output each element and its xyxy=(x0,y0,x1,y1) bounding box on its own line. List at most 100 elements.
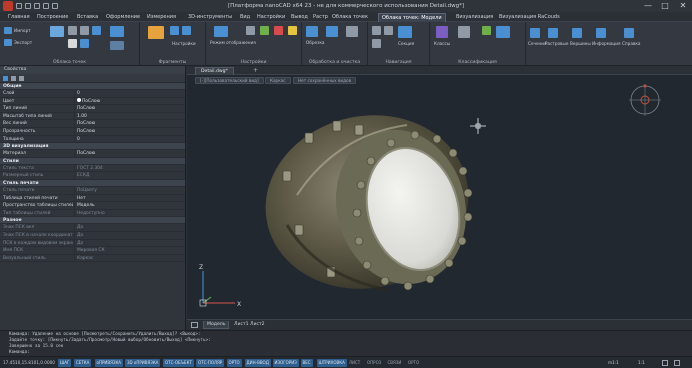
fragment-settings-button[interactable]: Настройки xyxy=(172,41,196,46)
select-objects-icon[interactable] xyxy=(3,76,8,81)
property-row[interactable]: Прозрачность ПоСлою xyxy=(0,127,185,136)
property-value[interactable]: Каркас xyxy=(77,255,93,263)
tab-measure[interactable]: Измерения xyxy=(147,13,176,22)
property-row[interactable]: Стиль текста ГОСТ 2.304 xyxy=(0,164,185,173)
tab-point-cloud-models[interactable]: Облака точек: Модели xyxy=(378,13,446,22)
tab-home[interactable]: Главная xyxy=(8,13,30,22)
crop-icon[interactable] xyxy=(306,26,318,37)
section-icon[interactable] xyxy=(372,26,381,35)
tab-output[interactable]: Вывод xyxy=(291,13,308,22)
display-mode-button[interactable]: Режим отображения xyxy=(210,40,256,45)
info-icon[interactable] xyxy=(596,28,606,38)
property-row[interactable]: Знак ПСК в начале координат Да xyxy=(0,231,185,240)
property-value[interactable]: ПоЦвету xyxy=(77,187,97,195)
tab-visualization[interactable]: Визуализация xyxy=(456,13,493,22)
command-prompt[interactable]: Команда: xyxy=(9,350,30,355)
fragment-settings-icon[interactable] xyxy=(182,26,191,35)
property-row[interactable]: Размерный стиль ЕСКД xyxy=(0,172,185,180)
quick-select-icon[interactable] xyxy=(11,76,16,81)
thinning-icon[interactable] xyxy=(326,26,338,37)
close-cloud-icon[interactable] xyxy=(92,26,101,35)
viewport-scale[interactable]: 1:1 xyxy=(638,359,645,367)
display-mode-icon[interactable] xyxy=(214,26,228,37)
layout-tab-sheet2[interactable]: Лист2 xyxy=(247,321,268,329)
color-icon[interactable] xyxy=(274,26,283,35)
status-toggle-button[interactable]: ОТС-ОБЪЕКТ xyxy=(163,359,194,367)
export-button[interactable]: Экспорт xyxy=(14,40,32,45)
status-toggle-button[interactable]: оПРИВЯЗКА xyxy=(94,359,124,367)
help-icon[interactable] xyxy=(624,28,634,38)
point-size-icon[interactable] xyxy=(246,26,255,35)
property-value[interactable]: Мировая СК xyxy=(77,247,105,255)
export-icon[interactable] xyxy=(4,39,12,46)
cloud-icon[interactable] xyxy=(50,26,64,37)
property-value[interactable]: Модель xyxy=(77,202,95,210)
tab-3d-tools[interactable]: 3D-инструменты xyxy=(188,13,232,22)
minimize-button[interactable]: — xyxy=(640,1,656,11)
property-value[interactable]: ПоСлою xyxy=(77,105,95,113)
classes-icon[interactable] xyxy=(436,26,448,38)
property-value[interactable]: Да xyxy=(77,240,83,248)
tab-view[interactable]: Вид xyxy=(240,13,250,22)
property-row[interactable]: Вес линий ПоСлою xyxy=(0,120,185,128)
toggle-pickadd-icon[interactable] xyxy=(19,76,24,81)
property-row[interactable]: Тип линий ПоСлою xyxy=(0,105,185,113)
status-toggle-button[interactable]: СВЯЗИ xyxy=(386,359,404,367)
properties-section-header[interactable]: Общие xyxy=(0,83,185,90)
property-row[interactable]: Слой 0 xyxy=(0,90,185,98)
annotation-scale[interactable]: m1:1 xyxy=(608,359,619,367)
property-value[interactable]: ПоСлою xyxy=(77,120,95,128)
properties-section-header[interactable]: 3D визуализация xyxy=(0,143,185,151)
status-toggle-button[interactable]: ИЗОГОРИЗ xyxy=(272,359,299,367)
tab-annotate[interactable]: Оформление xyxy=(106,13,140,22)
status-toggle-button[interactable]: ВЕС xyxy=(300,359,313,367)
classes-button[interactable]: Классы xyxy=(434,41,450,46)
status-toggle-button[interactable]: ШТРИХОВКА xyxy=(316,359,347,367)
property-row[interactable]: Имя ПСК Мировая СК xyxy=(0,247,185,255)
property-row[interactable]: Знак ПСК вкл Да xyxy=(0,224,185,232)
status-toggle-button[interactable]: ОТС-ПОЛЯР xyxy=(196,359,225,367)
property-value[interactable]: Недоступно xyxy=(77,210,105,218)
choose-icon[interactable] xyxy=(458,26,470,38)
sections-icon[interactable] xyxy=(530,28,540,38)
status-toggle-button[interactable]: СЕТКА xyxy=(74,359,92,367)
point-cloud-model[interactable] xyxy=(249,97,484,308)
property-row[interactable]: Материал ПоСлою xyxy=(0,150,185,158)
green-flag-icon[interactable] xyxy=(482,26,491,35)
status-toggle-button[interactable]: ОРТО xyxy=(406,359,421,367)
property-value[interactable]: ПоСлою xyxy=(77,98,100,106)
property-value[interactable]: ЕСКД xyxy=(77,172,89,180)
filter-icon[interactable] xyxy=(80,39,89,48)
property-row[interactable]: Стиль печати ПоЦвету xyxy=(0,186,185,195)
property-row[interactable]: Тип таблицы стилей Недоступно xyxy=(0,209,185,218)
import-button[interactable]: Импорт xyxy=(14,28,31,33)
property-row[interactable]: ПСК в каждом видовом экране Да xyxy=(0,239,185,248)
properties-section-header[interactable]: Стили xyxy=(0,157,185,165)
navigation-wheel[interactable] xyxy=(629,84,661,116)
property-value[interactable]: Нет xyxy=(77,195,86,203)
vertices-button[interactable]: Вершины xyxy=(570,41,591,46)
nav-select-icon[interactable] xyxy=(384,26,393,35)
property-row[interactable]: Пространство таблицы стилей печати Модель xyxy=(0,202,185,210)
property-row[interactable]: Толщина 0 xyxy=(0,135,185,144)
status-toggle-button[interactable]: 3D оПРИВЯЗКА xyxy=(125,359,161,367)
property-value[interactable]: 1.00 xyxy=(77,113,87,121)
crop-button[interactable]: Обрезка xyxy=(306,40,324,45)
property-value[interactable]: Да xyxy=(77,224,83,232)
document-tab[interactable]: Detail.dwg* xyxy=(195,67,234,75)
tab-draw[interactable]: Построение xyxy=(37,13,68,22)
status-toggle-button[interactable]: ОПРОЗ xyxy=(365,359,383,367)
level-icon[interactable] xyxy=(110,26,124,37)
visibility-icon[interactable] xyxy=(260,26,269,35)
status-toggle-button[interactable]: ШАГ xyxy=(58,359,72,367)
section-view-icon[interactable] xyxy=(398,26,412,38)
property-row[interactable]: Таблица стилей печати Нет xyxy=(0,194,185,203)
settings-icon[interactable] xyxy=(662,360,668,366)
property-row[interactable]: Визуальный стиль Каркас xyxy=(0,254,185,263)
white-box-icon[interactable] xyxy=(68,39,77,48)
tab-visualization-racouds[interactable]: Визуализация RaCouds xyxy=(499,13,560,22)
properties-section-header[interactable]: Разное xyxy=(0,217,185,225)
tab-insert[interactable]: Вставка xyxy=(77,13,98,22)
close-button[interactable]: ✕ xyxy=(675,1,691,11)
tab-raster[interactable]: Растр xyxy=(313,13,328,22)
